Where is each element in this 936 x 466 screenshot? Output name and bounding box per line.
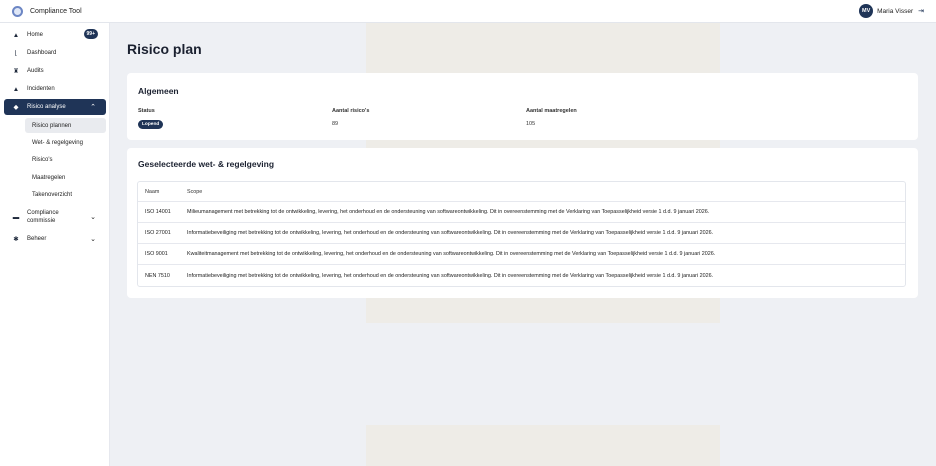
warning-icon: ▲: [12, 85, 20, 93]
chevron-up-icon[interactable]: ⌃: [90, 103, 96, 111]
table-row[interactable]: NEN 7510 Informatiebeveiliging met betre…: [138, 265, 905, 286]
cell-naam: NEN 7510: [145, 272, 170, 279]
sidebar: ▲ Home 99+ ⌊ Dashboard ♜ Audits ▲ Incide…: [0, 23, 110, 466]
background-decoration: [366, 425, 720, 466]
gear-icon: ✱: [13, 236, 19, 243]
table-row[interactable]: ISO 27001 Informatiebeveiliging met betr…: [138, 223, 905, 244]
notification-badge: 99+: [83, 29, 98, 39]
sidebar-item-label: Beheer: [27, 236, 47, 242]
status-badge: Lopend: [138, 120, 164, 129]
aantal-maatregelen-value: 105: [526, 121, 536, 127]
sidebar-item-dashboard[interactable]: ⌊ Dashboard: [4, 45, 106, 61]
sidebar-item-label: Incidenten: [27, 86, 55, 92]
chevron-down-icon[interactable]: ⌄: [90, 235, 96, 243]
cell-naam: ISO 9001: [145, 251, 168, 257]
aantal-risicos-value: 89: [332, 121, 339, 127]
cell-scope: Milieumanagement met betrekking tot de o…: [187, 209, 710, 215]
table-row[interactable]: ISO 14001 Milieumanagement met betrekkin…: [138, 202, 905, 223]
chart-icon: ⌊: [14, 50, 18, 57]
card-title: Geselecteerde wet- & regelgeving: [138, 159, 275, 169]
sidebar-item-label: Audits: [27, 68, 44, 74]
sidebar-item-label: Home: [27, 32, 44, 38]
sidebar-item-incidenten[interactable]: ▲ Incidenten: [4, 81, 106, 97]
top-bar: Compliance Tool MV Maria Visser ⇥: [0, 0, 936, 23]
sidebar-item-label: Risico analyse: [27, 104, 66, 110]
avatar[interactable]: MV: [859, 4, 874, 18]
bell-icon: ▲: [12, 31, 20, 39]
table-row[interactable]: ISO 9001 Kwaliteitmanagement met betrekk…: [138, 244, 905, 265]
group-icon: ▬: [12, 213, 20, 221]
cell-scope: Kwaliteitmanagement met betrekking tot d…: [187, 251, 716, 257]
main-content: Risico plan Algemeen Status Lopend Aanta…: [111, 23, 936, 466]
card-title: Algemeen: [138, 86, 179, 96]
audit-icon: ♜: [13, 68, 19, 75]
sidebar-item-label-line2: commissie: [27, 218, 56, 224]
chevron-down-icon[interactable]: ⌄: [90, 213, 96, 221]
cell-scope: Informatiebeveiliging met betrekking tot…: [187, 230, 714, 236]
table-header: Naam Scope: [138, 182, 905, 202]
app-title: Compliance Tool: [30, 7, 82, 15]
sidebar-subitem-maatregelen[interactable]: Maatregelen: [25, 170, 106, 185]
sidebar-subitem-risicos[interactable]: Risico's: [25, 152, 106, 167]
cell-naam: ISO 27001: [145, 230, 171, 236]
cell-scope: Informatiebeveiliging met betrekking tot…: [187, 272, 714, 279]
sidebar-subitem-wet-regelgeving[interactable]: Wet- & regelgeving: [25, 135, 106, 150]
app-logo-icon: [12, 5, 23, 17]
algemeen-card: Algemeen Status Lopend Aantal risico's 8…: [127, 73, 918, 140]
sidebar-subitem-risico-plannen[interactable]: Risico plannen: [25, 118, 106, 133]
page-title: Risico plan: [127, 41, 202, 57]
sidebar-item-risico-analyse[interactable]: ◆ Risico analyse ⌃: [4, 99, 106, 115]
sidebar-item-label: Dashboard: [27, 50, 57, 56]
cell-naam: ISO 14001: [145, 209, 171, 215]
sidebar-item-compliance-commissie[interactable]: ▬ Compliance commissie ⌄: [4, 207, 106, 227]
sidebar-item-home[interactable]: ▲ Home 99+: [4, 27, 106, 43]
sidebar-item-label: Compliance commissie: [27, 209, 59, 225]
aantal-risicos-label: Aantal risico's: [332, 108, 370, 114]
regelgeving-card: Geselecteerde wet- & regelgeving Naam Sc…: [127, 148, 918, 298]
logout-icon[interactable]: ⇥: [918, 7, 924, 15]
aantal-maatregelen-label: Aantal maatregelen: [526, 108, 577, 114]
user-name[interactable]: Maria Visser: [877, 8, 913, 15]
column-header-naam: Naam: [145, 188, 160, 195]
regelgeving-table: Naam Scope ISO 14001 Milieumanagement me…: [137, 181, 906, 287]
user-menu[interactable]: MV Maria Visser ⇥: [859, 4, 924, 18]
sidebar-item-label-line1: Compliance: [27, 210, 59, 216]
column-header-scope: Scope: [187, 188, 203, 195]
status-label: Status: [138, 108, 155, 114]
sidebar-subitem-takenoverzicht[interactable]: Takenoverzicht: [25, 187, 106, 202]
sidebar-item-audits[interactable]: ♜ Audits: [4, 63, 106, 79]
sidebar-item-beheer[interactable]: ✱ Beheer ⌄: [4, 231, 106, 247]
shield-icon: ◆: [13, 104, 19, 111]
